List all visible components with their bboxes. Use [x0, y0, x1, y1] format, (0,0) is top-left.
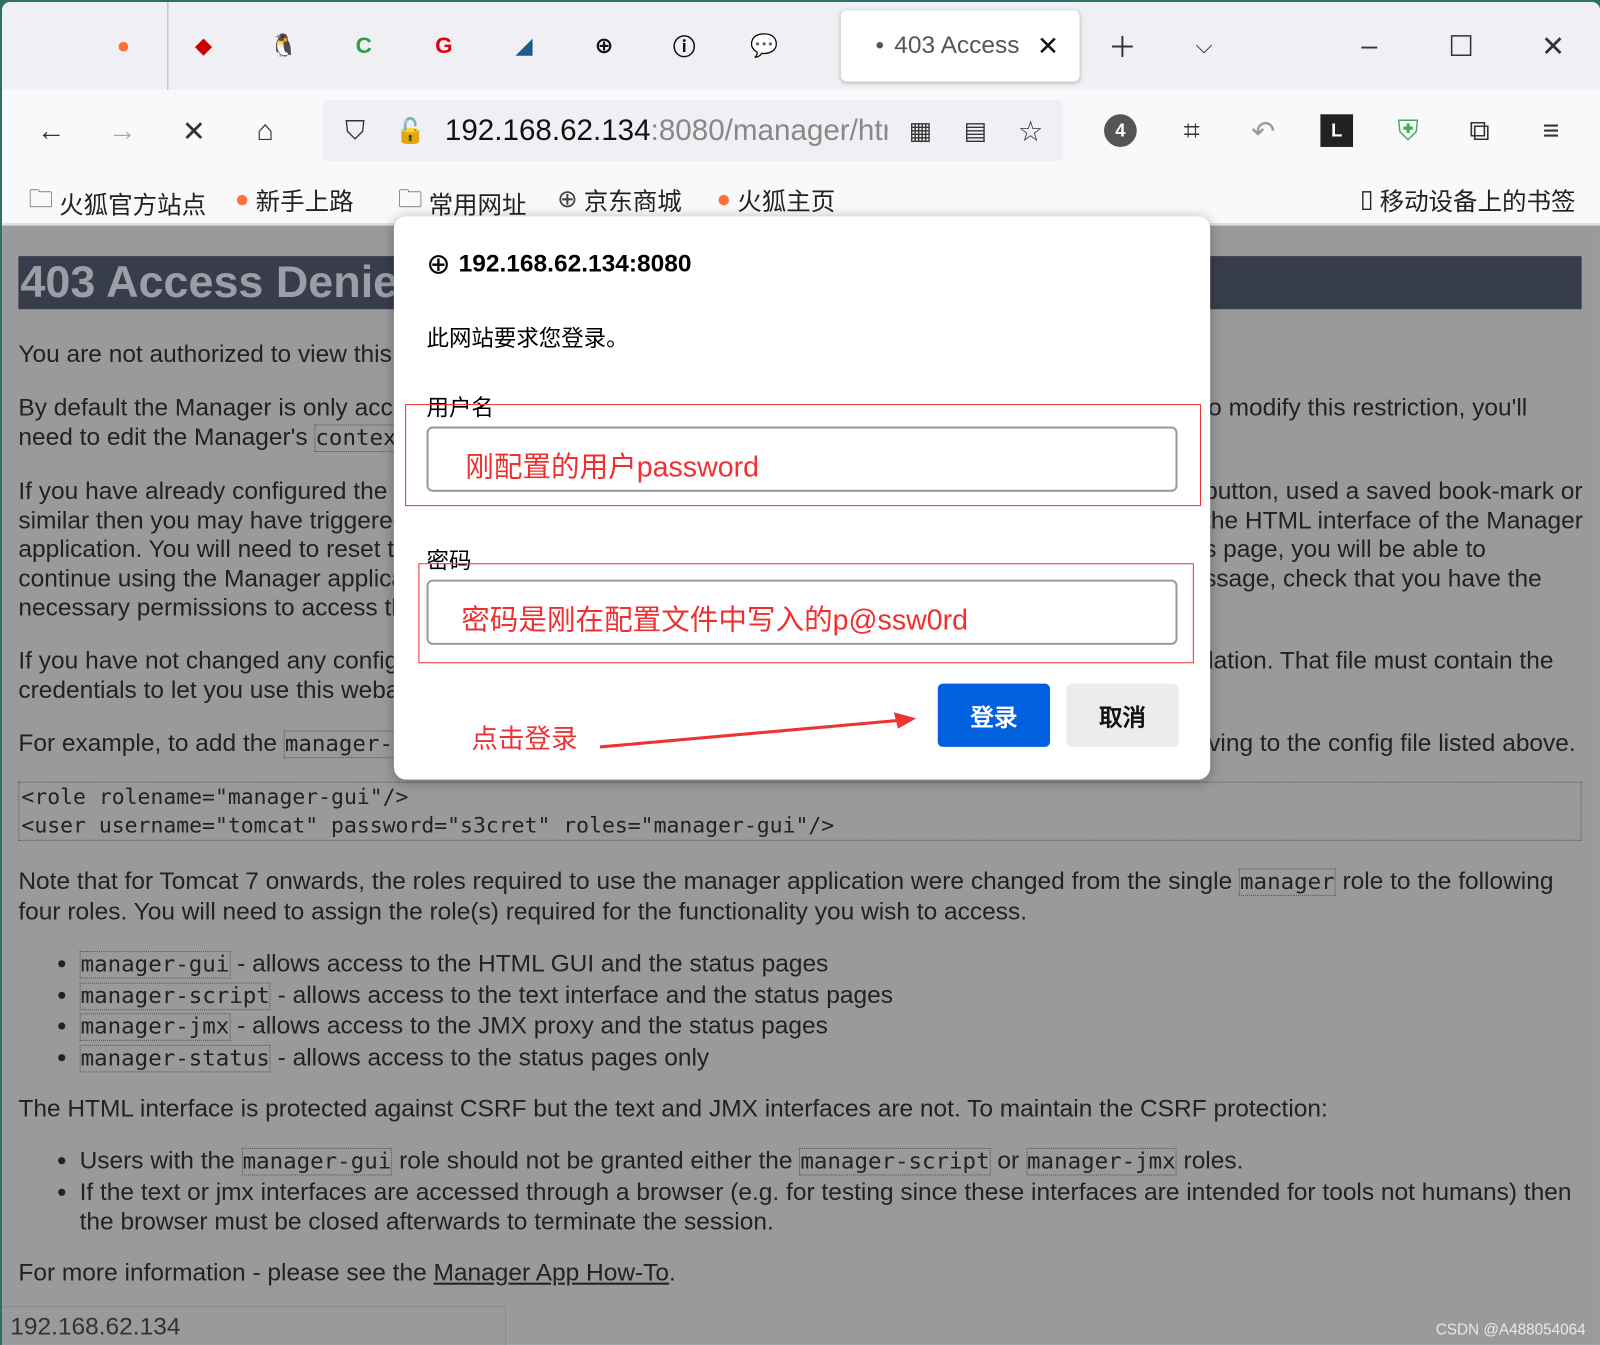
navigation-bar: ← → ✕ ⌂ ⛉ 🔓 192.168.62.134:8080/manager/… [2, 89, 1600, 172]
tab-active[interactable]: • 403 Access ✕ [840, 10, 1080, 82]
firefox-icon: ● [234, 185, 250, 213]
firefox-icon[interactable]: ● [106, 29, 141, 64]
undo-icon[interactable]: ↶ [1243, 110, 1284, 151]
code-block: <role rolename="manager-gui"/> <user use… [18, 781, 1582, 841]
url-bar[interactable]: ⛉ 🔓 192.168.62.134:8080/manager/htr ▦ ▤ … [322, 99, 1064, 162]
list-item: Users with the manager-gui role should n… [80, 1146, 1572, 1177]
folder-icon: 🗀 [28, 185, 54, 214]
paragraph: The HTML interface is protected against … [18, 1094, 1328, 1123]
qr-code-icon[interactable]: ▦ [900, 110, 941, 151]
globe-icon: ⊕ [426, 247, 451, 280]
insecure-lock-icon[interactable]: 🔓 [390, 110, 431, 151]
home-button[interactable]: ⌂ [245, 110, 286, 151]
firefox-icon: ● [716, 185, 732, 213]
extension-badge-icon[interactable]: 4 [1104, 114, 1137, 147]
bookmark-star-icon[interactable]: ☆ [1010, 110, 1051, 151]
annotation-text: 点击登录 [471, 723, 578, 755]
globe-icon: ⊕ [557, 185, 578, 214]
new-tab-button[interactable]: ＋ [1102, 26, 1143, 67]
csrf-list: Users with the manager-gui role should n… [80, 1146, 1572, 1237]
list-item: manager-jmx - allows access to the JMX p… [79, 1011, 893, 1042]
maximize-button[interactable]: ☐ [1441, 26, 1482, 67]
extension-l-icon[interactable]: L [1320, 114, 1354, 147]
g-logo-icon[interactable]: G [427, 29, 462, 64]
globe-icon[interactable]: ⊕ [587, 29, 622, 64]
tab-bar: ● ◆ 🐧 C G ◢ ⊕ ⓘ 💬 • 403 Access ✕ ＋ ⌵ – ☐ ✕ [2, 2, 1600, 90]
list-item: If the text or jmx interfaces are access… [80, 1177, 1572, 1237]
redhat-icon[interactable]: ◆ [186, 29, 221, 64]
reader-view-icon[interactable]: ▤ [955, 110, 996, 151]
divider [167, 2, 169, 90]
tab-list-chevron-icon[interactable]: ⌵ [1184, 26, 1225, 67]
annotation-arrow [599, 712, 917, 749]
password-input[interactable]: 密码是刚在配置文件中写入的p@ssw0rd [426, 579, 1178, 645]
paragraph: For more information - please see the Ma… [18, 1259, 676, 1287]
browser-window: ● ◆ 🐧 C G ◢ ⊕ ⓘ 💬 • 403 Access ✕ ＋ ⌵ – ☐ ✕ ← → ✕… [2, 2, 1600, 1345]
tab-title: 403 Access [894, 31, 1020, 60]
menu-icon[interactable]: ≡ [1531, 110, 1572, 151]
back-button[interactable]: ← [31, 110, 72, 151]
bookmark-item[interactable]: ● 新手上路 [235, 182, 354, 218]
bookmark-item[interactable]: ● 火狐主页 [716, 182, 835, 218]
list-item: manager-status - allows access to the st… [79, 1042, 893, 1073]
list-item: manager-gui - allows access to the HTML … [79, 949, 893, 980]
c-logo-icon[interactable]: C [346, 29, 381, 64]
info-icon[interactable]: ⓘ [667, 29, 702, 64]
close-window-button[interactable]: ✕ [1533, 26, 1574, 67]
username-input[interactable]: 刚配置的用户password [426, 426, 1178, 492]
loading-dot: • [875, 31, 885, 60]
list-item: manager-script - allows access to the te… [79, 980, 893, 1011]
bookmark-item[interactable]: 🗀 火狐官方站点 [29, 182, 207, 224]
dialog-message: 此网站要求您登录。 [426, 325, 629, 352]
login-button[interactable]: 登录 [937, 683, 1050, 747]
status-bar: 192.168.62.134 [2, 1306, 507, 1345]
auth-dialog: ⊕ 192.168.62.134:8080 此网站要求您登录。 用户名 刚配置的用… [393, 216, 1211, 780]
chat-icon[interactable]: 💬 [747, 29, 782, 64]
dialog-host: ⊕ 192.168.62.134:8080 [426, 247, 692, 280]
url-text[interactable]: 192.168.62.134:8080/manager/htr [445, 114, 888, 148]
bookmark-item[interactable]: ⊕ 京东商城 [557, 182, 682, 218]
forward-button[interactable]: → [102, 110, 143, 151]
cancel-button[interactable]: 取消 [1066, 683, 1179, 747]
close-tab-icon[interactable]: ✕ [1037, 30, 1059, 62]
phone-icon: ▯ [1359, 185, 1374, 214]
paragraph: Note that for Tomcat 7 onwards, the role… [18, 867, 1554, 926]
linux-penguin-icon[interactable]: 🐧 [266, 29, 301, 64]
mysql-icon[interactable]: ◢ [507, 29, 542, 64]
manager-howto-link[interactable]: Manager App How-To [434, 1259, 670, 1287]
shield-icon[interactable]: ⛉ [335, 110, 376, 151]
adblock-shield-icon[interactable]: ⛨ [1388, 110, 1429, 151]
watermark: CSDN @A488054064 [1435, 1321, 1586, 1339]
mobile-bookmarks[interactable]: ▯ 移动设备上的书签 [1360, 182, 1576, 218]
minimize-button[interactable]: – [1349, 26, 1390, 67]
extensions-puzzle-icon[interactable]: ⧉ [1459, 110, 1500, 151]
crop-icon[interactable]: ⌗ [1171, 110, 1212, 151]
stop-button[interactable]: ✕ [173, 110, 214, 151]
roles-list: manager-gui - allows access to the HTML … [79, 949, 893, 1073]
